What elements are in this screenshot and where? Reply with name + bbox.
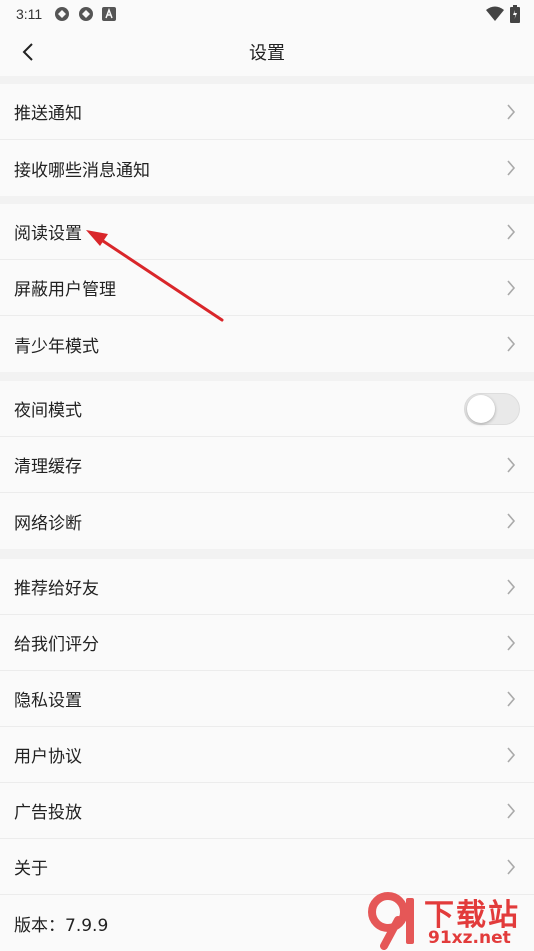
chevron-left-icon: [22, 43, 33, 61]
chevron-right-icon: [507, 635, 516, 651]
chevron-right-icon: [507, 160, 516, 176]
status-bar: 3:11: [0, 0, 534, 28]
chevron-right-icon: [507, 579, 516, 595]
night-mode-toggle[interactable]: [464, 393, 520, 425]
settings-item-label: 给我们评分: [14, 635, 99, 655]
settings-item-label: 接收哪些消息通知: [14, 160, 150, 181]
settings-section-notifications: 推送通知 接收哪些消息通知: [0, 84, 534, 196]
chevron-right-icon: [507, 457, 516, 473]
settings-item-label: 用户协议: [14, 747, 82, 767]
chevron-right-icon: [507, 747, 516, 763]
version-label: 版本：7.9.9: [14, 915, 109, 936]
chevron-right-icon: [507, 280, 516, 296]
settings-item-night-mode: 夜间模式: [0, 381, 534, 437]
chevron-right-icon: [507, 104, 516, 120]
notification-a-icon: [102, 7, 117, 21]
toggle-knob: [467, 395, 495, 423]
settings-section-reading: 阅读设置 屏蔽用户管理 青少年模式: [0, 204, 534, 372]
status-time: 3:11: [16, 6, 43, 22]
settings-item-label: 关于: [14, 859, 48, 879]
settings-item-network-diagnosis[interactable]: 网络诊断: [0, 493, 534, 549]
settings-item-label: 夜间模式: [14, 401, 82, 421]
settings-item-label: 推送通知: [14, 104, 82, 124]
settings-item-privacy[interactable]: 隐私设置: [0, 671, 534, 727]
settings-item-label: 网络诊断: [14, 513, 82, 534]
page-title: 设置: [249, 43, 285, 64]
chevron-right-icon: [507, 691, 516, 707]
settings-item-label: 广告投放: [14, 803, 82, 823]
settings-item-recommend[interactable]: 推荐给好友: [0, 559, 534, 615]
settings-item-label: 清理缓存: [14, 457, 82, 477]
settings-item-rate-us[interactable]: 给我们评分: [0, 615, 534, 671]
settings-item-reading-settings[interactable]: 阅读设置: [0, 204, 534, 260]
chevron-right-icon: [507, 803, 516, 819]
back-button[interactable]: [14, 38, 42, 66]
settings-item-ad-delivery[interactable]: 广告投放: [0, 783, 534, 839]
chevron-right-icon: [507, 224, 516, 240]
settings-item-label: 屏蔽用户管理: [14, 280, 116, 300]
settings-section-system: 夜间模式 清理缓存 网络诊断: [0, 381, 534, 549]
battery-icon: [510, 5, 520, 23]
settings-item-push-notifications[interactable]: 推送通知: [0, 84, 534, 140]
chevron-right-icon: [507, 859, 516, 875]
notification-app-icon: [55, 7, 70, 21]
settings-item-user-agreement[interactable]: 用户协议: [0, 727, 534, 783]
wifi-icon: [486, 6, 504, 21]
settings-item-clear-cache[interactable]: 清理缓存: [0, 437, 534, 493]
notification-app-icon: [79, 7, 94, 21]
settings-item-label: 推荐给好友: [14, 579, 99, 599]
settings-item-about[interactable]: 关于: [0, 839, 534, 895]
settings-item-message-notifications[interactable]: 接收哪些消息通知: [0, 140, 534, 196]
settings-item-blocked-users[interactable]: 屏蔽用户管理: [0, 260, 534, 316]
chevron-right-icon: [507, 513, 516, 529]
settings-item-label: 阅读设置: [14, 224, 82, 244]
settings-item-teen-mode[interactable]: 青少年模式: [0, 316, 534, 372]
settings-item-label: 隐私设置: [14, 691, 82, 711]
watermark-logo: 下载站 91xz.net: [362, 890, 532, 950]
settings-item-label: 青少年模式: [14, 336, 99, 357]
watermark-url: 91xz.net: [428, 928, 511, 948]
nav-bar: 设置: [0, 28, 534, 76]
chevron-right-icon: [507, 336, 516, 352]
